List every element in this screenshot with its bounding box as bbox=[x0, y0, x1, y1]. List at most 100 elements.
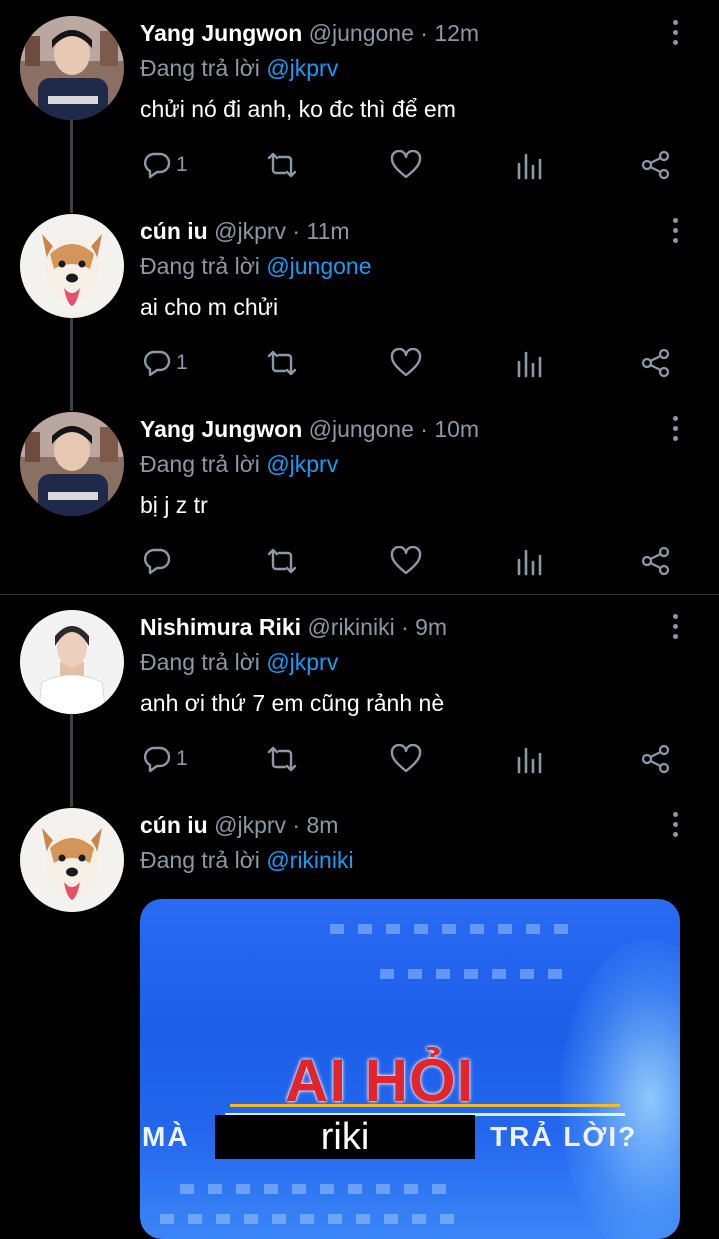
action-bar: 1 bbox=[140, 744, 680, 774]
tweet-text: chửi nó đi anh, ko đc thì để em bbox=[140, 96, 456, 122]
media-decoration bbox=[180, 1184, 460, 1194]
reply-button[interactable]: 1 bbox=[142, 348, 188, 378]
more-icon[interactable] bbox=[673, 614, 681, 644]
separator: · bbox=[413, 20, 435, 46]
more-icon[interactable] bbox=[673, 218, 681, 248]
media-bar bbox=[230, 1104, 620, 1107]
like-button[interactable] bbox=[390, 546, 422, 576]
retweet-button[interactable] bbox=[264, 150, 300, 180]
reply-context: Đang trả lời @rikiniki bbox=[140, 847, 354, 874]
reply-prefix: Đang trả lời bbox=[140, 847, 267, 873]
display-name[interactable]: Nishimura Riki bbox=[140, 614, 301, 640]
avatar[interactable] bbox=[20, 808, 124, 912]
tweet[interactable]: cún iu @jkprv · 11m Đang trả lời @jungon… bbox=[0, 198, 719, 411]
reply-button[interactable] bbox=[142, 546, 176, 576]
handle[interactable]: @rikiniki bbox=[307, 614, 394, 640]
views-button[interactable] bbox=[516, 150, 544, 180]
views-icon bbox=[517, 153, 542, 180]
views-button[interactable] bbox=[516, 348, 544, 378]
reply-context: Đang trả lời @jkprv bbox=[140, 451, 338, 478]
like-button[interactable] bbox=[390, 150, 422, 180]
media-decoration bbox=[380, 969, 576, 979]
reply-icon bbox=[143, 548, 171, 575]
reply-mention[interactable]: @jungone bbox=[266, 253, 371, 279]
retweet-button[interactable] bbox=[264, 546, 300, 576]
handle[interactable]: @jungone bbox=[309, 416, 414, 442]
avatar[interactable] bbox=[20, 412, 124, 516]
reply-mention[interactable]: @jkprv bbox=[266, 55, 338, 81]
share-icon bbox=[641, 150, 670, 180]
media-decoration bbox=[330, 924, 582, 934]
display-name[interactable]: Yang Jungwon bbox=[140, 20, 302, 46]
action-bar: 1 bbox=[140, 348, 680, 378]
reply-mention[interactable]: @jkprv bbox=[266, 649, 338, 675]
timestamp[interactable]: 9m bbox=[415, 614, 447, 640]
more-icon[interactable] bbox=[673, 20, 681, 50]
retweet-button[interactable] bbox=[264, 348, 300, 378]
retweet-button[interactable] bbox=[264, 744, 300, 774]
retweet-icon bbox=[267, 152, 297, 178]
handle[interactable]: @jkprv bbox=[214, 812, 286, 838]
reply-prefix: Đang trả lời bbox=[140, 649, 267, 675]
timestamp[interactable]: 8m bbox=[307, 812, 339, 838]
handle[interactable]: @jkprv bbox=[214, 218, 286, 244]
display-name[interactable]: cún iu bbox=[140, 218, 208, 244]
views-icon bbox=[517, 747, 542, 774]
media-glow bbox=[560, 939, 680, 1239]
action-bar bbox=[140, 546, 680, 576]
reply-button[interactable]: 1 bbox=[142, 150, 188, 180]
share-button[interactable] bbox=[640, 348, 672, 378]
tweet[interactable]: Nishimura Riki @rikiniki · 9m Đang trả l… bbox=[0, 594, 719, 807]
tweet-header: cún iu @jkprv · 11m bbox=[140, 218, 350, 245]
like-button[interactable] bbox=[390, 744, 422, 774]
handle[interactable]: @jungone bbox=[309, 20, 414, 46]
separator: · bbox=[413, 416, 435, 442]
share-button[interactable] bbox=[640, 150, 672, 180]
tweet-text: bị j z tr bbox=[140, 492, 208, 518]
display-name[interactable]: cún iu bbox=[140, 812, 208, 838]
reply-count: 1 bbox=[176, 351, 188, 374]
views-button[interactable] bbox=[516, 546, 544, 576]
more-icon[interactable] bbox=[673, 812, 681, 842]
share-button[interactable] bbox=[640, 546, 672, 576]
avatar[interactable] bbox=[20, 214, 124, 318]
more-icon[interactable] bbox=[673, 416, 681, 446]
avatar[interactable] bbox=[20, 610, 124, 714]
views-icon bbox=[517, 549, 542, 576]
reply-context: Đang trả lời @jkprv bbox=[140, 649, 338, 676]
display-name[interactable]: Yang Jungwon bbox=[140, 416, 302, 442]
reply-count: 1 bbox=[176, 153, 188, 176]
timestamp[interactable]: 10m bbox=[434, 416, 479, 442]
reply-prefix: Đang trả lời bbox=[140, 253, 267, 279]
reply-icon bbox=[143, 746, 171, 773]
views-icon bbox=[517, 351, 542, 378]
tweet[interactable]: Yang Jungwon @jungone · 12m Đang trả lời… bbox=[0, 0, 719, 213]
tweet-text: anh ơi thứ 7 em cũng rảnh nè bbox=[140, 690, 445, 716]
reply-button[interactable]: 1 bbox=[142, 744, 188, 774]
reply-icon bbox=[143, 350, 171, 377]
share-icon bbox=[641, 744, 670, 774]
timestamp[interactable]: 11m bbox=[307, 218, 350, 244]
share-icon bbox=[641, 348, 670, 378]
like-button[interactable] bbox=[390, 348, 422, 378]
retweet-icon bbox=[267, 746, 297, 772]
reply-mention[interactable]: @jkprv bbox=[266, 451, 338, 477]
views-button[interactable] bbox=[516, 744, 544, 774]
media-decoration bbox=[160, 1214, 468, 1224]
share-button[interactable] bbox=[640, 744, 672, 774]
like-icon bbox=[390, 150, 422, 179]
tweet[interactable]: Yang Jungwon @jungone · 10m Đang trả lời… bbox=[0, 396, 719, 594]
like-icon bbox=[390, 348, 422, 377]
retweet-icon bbox=[267, 350, 297, 376]
separator: · bbox=[394, 614, 416, 640]
media-name-box: riki bbox=[215, 1115, 475, 1159]
timestamp[interactable]: 12m bbox=[434, 20, 479, 46]
reply-prefix: Đang trả lời bbox=[140, 55, 267, 81]
reply-context: Đang trả lời @jkprv bbox=[140, 55, 338, 82]
tweet-header: cún iu @jkprv · 8m bbox=[140, 812, 338, 839]
media-right-text: TRẢ LỜI? bbox=[490, 1121, 638, 1152]
reply-mention[interactable]: @rikiniki bbox=[266, 847, 353, 873]
avatar[interactable] bbox=[20, 16, 124, 120]
reply-count: 1 bbox=[176, 747, 188, 770]
tweet-media-image[interactable]: AI HỎI MÀ riki TRẢ LỜI? bbox=[140, 899, 680, 1239]
